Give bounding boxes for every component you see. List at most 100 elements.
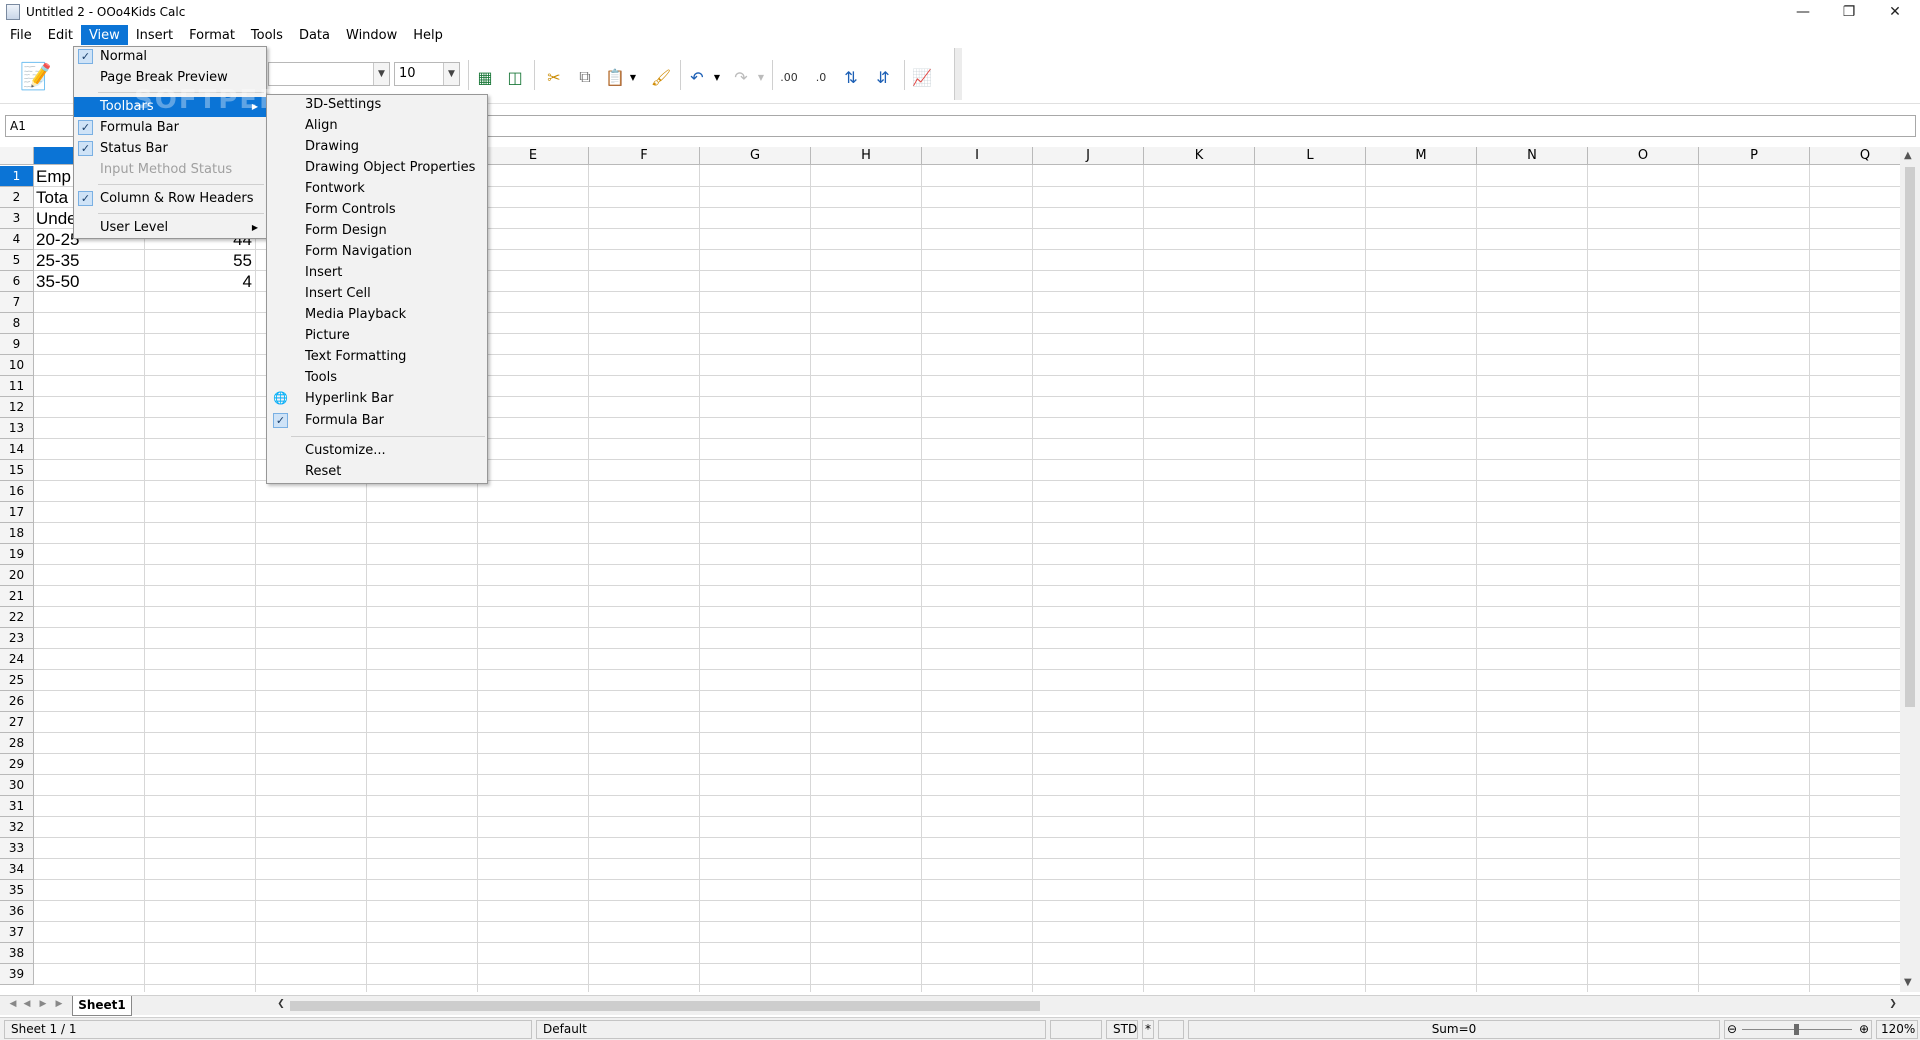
toolbars-submenu-reset[interactable]: Reset xyxy=(267,462,487,482)
menu-file[interactable]: File xyxy=(2,25,40,45)
cell-a5[interactable]: 25-35 xyxy=(36,250,146,271)
name-box[interactable]: A1 xyxy=(5,115,75,137)
menu-window[interactable]: Window xyxy=(338,25,405,45)
close-icon[interactable]: ✕ xyxy=(1872,0,1918,24)
insert-columns-icon[interactable]: ◫ xyxy=(502,64,528,90)
scroll-up-icon[interactable]: ▲ xyxy=(1904,150,1912,161)
row-header-32[interactable]: 32 xyxy=(0,817,34,838)
row-header-1[interactable]: 1 xyxy=(0,166,34,187)
row-header-30[interactable]: 30 xyxy=(0,775,34,796)
toolbars-submenu-tools[interactable]: Tools xyxy=(267,368,487,388)
toolbars-submenu-formula-bar[interactable]: ✓ Formula Bar xyxy=(267,411,487,431)
row-header-8[interactable]: 8 xyxy=(0,313,34,334)
menu-data[interactable]: Data xyxy=(291,25,338,45)
row-header-7[interactable]: 7 xyxy=(0,292,34,313)
cut-icon[interactable]: ✂ xyxy=(541,64,567,90)
chevron-down-icon[interactable]: ▼ xyxy=(443,63,459,85)
row-header-19[interactable]: 19 xyxy=(0,544,34,565)
row-header-18[interactable]: 18 xyxy=(0,523,34,544)
zoom-slider-knob[interactable] xyxy=(1794,1024,1799,1035)
paste-icon[interactable]: 📋 xyxy=(602,64,628,90)
row-header-5[interactable]: 5 xyxy=(0,250,34,271)
row-header-23[interactable]: 23 xyxy=(0,628,34,649)
column-header-l[interactable]: L xyxy=(1255,147,1366,165)
sort-ascending-icon[interactable]: ⇅ xyxy=(838,64,864,90)
sheet-tab-sheet1[interactable]: Sheet1 xyxy=(72,996,132,1016)
column-header-m[interactable]: M xyxy=(1366,147,1477,165)
row-header-13[interactable]: 13 xyxy=(0,418,34,439)
row-header-31[interactable]: 31 xyxy=(0,796,34,817)
zoom-value[interactable]: 120% xyxy=(1876,1020,1918,1039)
redo-dropdown-icon[interactable]: ▼ xyxy=(754,64,768,90)
clone-formatting-icon[interactable]: 🖌 xyxy=(648,64,674,90)
row-header-27[interactable]: 27 xyxy=(0,712,34,733)
toolbars-submenu-drawing[interactable]: Drawing xyxy=(267,137,487,157)
chart-icon[interactable]: 📈 xyxy=(909,64,935,90)
page-style[interactable]: Default xyxy=(536,1020,1046,1039)
toolbars-submenu-customize-[interactable]: Customize... xyxy=(267,441,487,461)
column-header-o[interactable]: O xyxy=(1588,147,1699,165)
font-size-combo[interactable]: 10 ▼ xyxy=(394,62,460,86)
cell-a6[interactable]: 35-50 xyxy=(36,271,146,292)
menu-help[interactable]: Help xyxy=(405,25,451,45)
toolbars-submenu-drawing-object-properties[interactable]: Drawing Object Properties xyxy=(267,158,487,178)
prev-sheet-icon[interactable]: ◀ xyxy=(20,999,34,1013)
row-header-17[interactable]: 17 xyxy=(0,502,34,523)
insert-rows-icon[interactable]: ▦ xyxy=(472,64,498,90)
vertical-scrollbar[interactable]: ▲ ▼ xyxy=(1900,147,1920,992)
toolbars-submenu-picture[interactable]: Picture xyxy=(267,326,487,346)
select-all-corner[interactable] xyxy=(0,147,34,165)
toolbars-submenu-form-design[interactable]: Form Design xyxy=(267,221,487,241)
toolbars-submenu-form-controls[interactable]: Form Controls xyxy=(267,200,487,220)
row-header-37[interactable]: 37 xyxy=(0,922,34,943)
cell-b6[interactable]: 4 xyxy=(145,271,255,292)
row-header-28[interactable]: 28 xyxy=(0,733,34,754)
font-name-combo[interactable]: ▼ xyxy=(268,62,390,86)
column-header-j[interactable]: J xyxy=(1033,147,1144,165)
row-header-11[interactable]: 11 xyxy=(0,376,34,397)
row-header-22[interactable]: 22 xyxy=(0,607,34,628)
row-header-10[interactable]: 10 xyxy=(0,355,34,376)
column-header-f[interactable]: F xyxy=(589,147,700,165)
toolbars-submenu-insert[interactable]: Insert xyxy=(267,263,487,283)
scroll-down-icon[interactable]: ▼ xyxy=(1904,977,1912,988)
column-header-p[interactable]: P xyxy=(1699,147,1810,165)
restore-icon[interactable]: ❐ xyxy=(1826,0,1872,24)
next-sheet-icon[interactable]: ▶ xyxy=(36,999,50,1013)
zoom-out-icon[interactable]: ⊖ xyxy=(1727,1021,1737,1038)
paste-dropdown-icon[interactable]: ▼ xyxy=(626,64,640,90)
row-header-20[interactable]: 20 xyxy=(0,565,34,586)
redo-icon[interactable]: ↷ xyxy=(728,64,754,90)
row-header-15[interactable]: 15 xyxy=(0,460,34,481)
formula-input[interactable] xyxy=(480,115,1916,137)
horizontal-scroll-thumb[interactable] xyxy=(290,1001,1040,1011)
chevron-down-icon[interactable]: ▼ xyxy=(373,63,389,85)
row-header-29[interactable]: 29 xyxy=(0,754,34,775)
template-icon[interactable]: 📝 xyxy=(14,60,58,94)
scroll-right-icon[interactable]: ❯ xyxy=(1886,999,1900,1013)
view-menu-normal[interactable]: ✓ Normal xyxy=(74,47,266,67)
scroll-left-icon[interactable]: ❮ xyxy=(274,999,288,1013)
row-header-4[interactable]: 4 xyxy=(0,229,34,250)
menu-view[interactable]: View xyxy=(80,25,128,45)
column-header-g[interactable]: G xyxy=(700,147,811,165)
signature-field[interactable] xyxy=(1158,1020,1184,1039)
toolbar-grip[interactable] xyxy=(954,48,962,100)
column-header-i[interactable]: I xyxy=(922,147,1033,165)
row-header-6[interactable]: 6 xyxy=(0,271,34,292)
column-header-e[interactable]: E xyxy=(478,147,589,165)
view-menu-formula-bar[interactable]: ✓ Formula Bar xyxy=(74,118,266,138)
toolbars-submenu-insert-cell[interactable]: Insert Cell xyxy=(267,284,487,304)
add-decimal-icon[interactable]: .00 xyxy=(776,64,802,90)
vertical-scroll-thumb[interactable] xyxy=(1905,167,1915,707)
toolbars-submenu-hyperlink-bar[interactable]: 🌐 Hyperlink Bar xyxy=(267,389,487,409)
row-header-12[interactable]: 12 xyxy=(0,397,34,418)
selection-mode[interactable]: STD xyxy=(1106,1020,1138,1039)
menu-edit[interactable]: Edit xyxy=(40,25,81,45)
toolbars-submenu-align[interactable]: Align xyxy=(267,116,487,136)
column-header-n[interactable]: N xyxy=(1477,147,1588,165)
row-header-21[interactable]: 21 xyxy=(0,586,34,607)
row-header-25[interactable]: 25 xyxy=(0,670,34,691)
row-header-14[interactable]: 14 xyxy=(0,439,34,460)
copy-icon[interactable]: ⧉ xyxy=(572,64,598,90)
